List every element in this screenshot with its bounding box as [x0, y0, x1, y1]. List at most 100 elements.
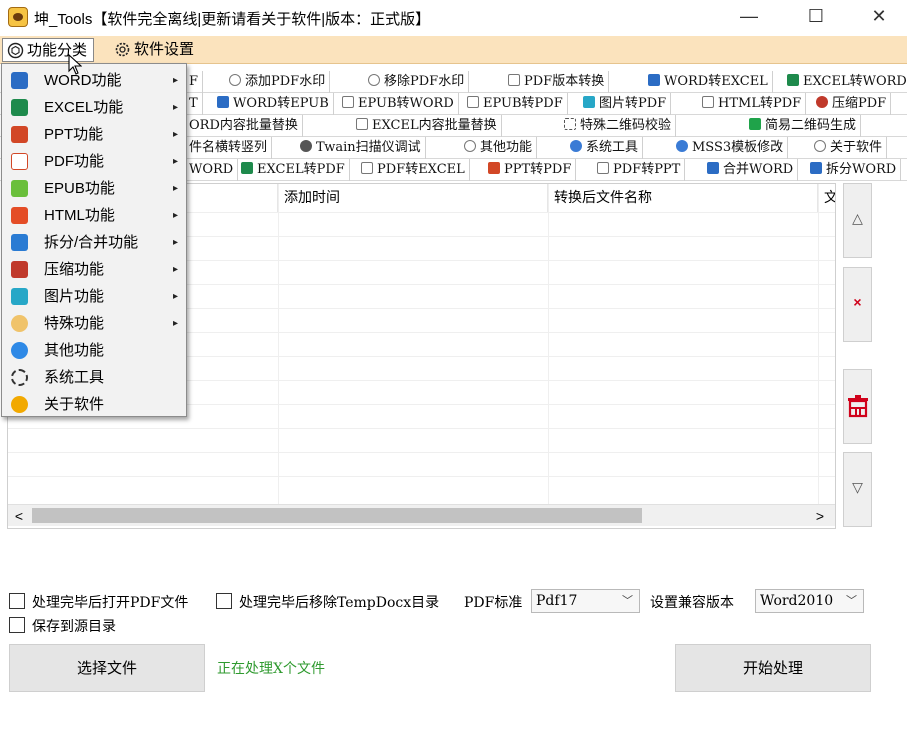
remove-temp-checkbox[interactable]: [216, 593, 232, 609]
toolbar-item[interactable]: WORD: [185, 159, 239, 181]
open-pdf-after-label[interactable]: 处理完毕后打开PDF文件: [32, 592, 188, 612]
toolbar-item-label: EPUB转WORD: [358, 96, 454, 111]
toolbar-item-system[interactable]: 系统工具: [566, 137, 644, 159]
toolbar-item-other[interactable]: 其他功能: [460, 137, 538, 159]
toolbar-item-word-to-epub[interactable]: WORD转EPUB: [213, 93, 334, 115]
dropdown-item-label: PDF功能: [44, 153, 105, 170]
start-process-button[interactable]: 开始处理: [675, 644, 871, 692]
toolbar-item-excel-to-word[interactable]: EXCEL转WORD: [783, 71, 907, 93]
toolbar-item-remove-watermark[interactable]: 移除PDF水印: [364, 71, 470, 93]
toolbar-item-about[interactable]: 关于软件: [810, 137, 888, 159]
toolbar-item-twain[interactable]: Twain扫描仪调试: [296, 137, 426, 159]
minimize-button[interactable]: —: [726, 0, 772, 34]
scanner-icon: [300, 140, 312, 152]
move-up-button[interactable]: △: [843, 183, 872, 258]
column-header-extra[interactable]: 文: [818, 184, 835, 212]
move-down-button[interactable]: ▽: [843, 452, 872, 527]
pdf-icon: [356, 118, 368, 130]
chevron-right-icon: ▸: [172, 183, 178, 194]
toolbar-item-word-replace[interactable]: ORD内容批量替换: [185, 115, 303, 137]
toolbar-item-split-word[interactable]: 拆分WORD: [806, 159, 902, 181]
toolbar-item-pdf-to-excel[interactable]: PDF转EXCEL: [357, 159, 470, 181]
toolbar-item-qr-generate[interactable]: 简易二维码生成: [745, 115, 862, 137]
dropdown-item[interactable]: 图片功能 ▸: [2, 283, 186, 310]
save-to-source-label[interactable]: 保存到源目录: [32, 616, 116, 636]
select-file-button[interactable]: 选择文件: [9, 644, 205, 692]
cube-icon: [7, 42, 24, 59]
dropdown-item[interactable]: PPT功能 ▸: [2, 121, 186, 148]
dropdown-item[interactable]: 特殊功能 ▸: [2, 310, 186, 337]
pdf-standard-select[interactable]: Pdf17 ﹀: [531, 589, 640, 613]
toolbar-item-pdf-version[interactable]: PDF版本转换: [504, 71, 610, 93]
mouse-cursor-icon: [68, 54, 82, 75]
chevron-down-icon: ﹀: [622, 594, 633, 607]
toolbar-item-label: MSS3模板修改: [692, 140, 784, 155]
toolbar-item-mss3[interactable]: MSS3模板修改: [672, 137, 789, 159]
dropdown-item-label: 压缩功能: [44, 261, 105, 278]
toolbar-item-qr-verify[interactable]: 特殊二维码校验: [560, 115, 677, 137]
toolbar-item-epub-to-word[interactable]: EPUB转WORD: [338, 93, 459, 115]
toolbar-item-label: 拆分WORD: [826, 162, 897, 177]
delete-button[interactable]: ×: [843, 267, 872, 342]
toolbar-item-add-watermark[interactable]: 添加PDF水印: [225, 71, 331, 93]
open-pdf-after-checkbox[interactable]: [9, 593, 25, 609]
html5-icon: [11, 207, 28, 224]
ppt-icon: [11, 126, 28, 143]
save-to-source-checkbox[interactable]: [9, 617, 25, 633]
cloud-icon: [11, 315, 28, 332]
column-header-added-time[interactable]: 添加时间: [278, 184, 548, 212]
dropdown-item-label: HTML功能: [44, 207, 115, 224]
toolbar-item-filename-columns[interactable]: 件名横转竖列: [185, 137, 273, 159]
more-icon: [464, 140, 476, 152]
dropdown-item[interactable]: EXCEL功能 ▸: [2, 94, 186, 121]
chevron-right-icon: ▸: [172, 237, 178, 248]
chevron-right-icon: ▸: [172, 156, 178, 167]
toolbar-item-image-to-pdf[interactable]: 图片转PDF: [579, 93, 672, 115]
pdf-standard-value: Pdf17: [536, 593, 578, 609]
dropdown-item[interactable]: WORD功能 ▸: [2, 67, 186, 94]
horizontal-scrollbar[interactable]: < >: [8, 504, 835, 527]
compat-version-select[interactable]: Word2010 ﹀: [755, 589, 864, 613]
toolbar-item[interactable]: T: [185, 93, 203, 115]
toolbar-item-pdf-to-ppt[interactable]: PDF转PPT: [593, 159, 686, 181]
scroll-right-button[interactable]: >: [809, 505, 831, 527]
toolbar-item-label: PPT转PDF: [504, 162, 572, 177]
toolbar-item-ppt-to-pdf[interactable]: PPT转PDF: [484, 159, 577, 181]
scroll-left-button[interactable]: <: [8, 505, 30, 527]
dropdown-item[interactable]: HTML功能 ▸: [2, 202, 186, 229]
dropdown-item[interactable]: EPUB功能 ▸: [2, 175, 186, 202]
trash-icon: [847, 395, 868, 418]
maximize-button[interactable]: ☐: [793, 0, 839, 34]
toolbar-item-label: 移除PDF水印: [384, 74, 465, 89]
column-header-output-name[interactable]: 转换后文件名称: [548, 184, 818, 212]
dropdown-item[interactable]: 关于软件: [2, 391, 186, 418]
toolbar-item-merge-word[interactable]: 合并WORD: [703, 159, 799, 181]
clear-list-button[interactable]: [843, 369, 872, 444]
close-button[interactable]: ✕: [856, 0, 902, 34]
scroll-thumb[interactable]: [32, 508, 642, 523]
qr-icon: [749, 118, 761, 130]
toolbar-item-label: 合并WORD: [723, 162, 794, 177]
dropdown-item[interactable]: 拆分/合并功能 ▸: [2, 229, 186, 256]
pdf-icon: [702, 96, 714, 108]
toolbar-item[interactable]: F: [185, 71, 204, 93]
toolbar-item-epub-to-pdf[interactable]: EPUB转PDF: [463, 93, 568, 115]
toolbar-item-html-to-pdf[interactable]: HTML转PDF: [698, 93, 807, 115]
dropdown-item[interactable]: 其他功能: [2, 337, 186, 364]
toolbar-item-word-to-excel[interactable]: WORD转EXCEL: [644, 71, 773, 93]
toolbar-item-excel-replace[interactable]: EXCEL内容批量替换: [352, 115, 502, 137]
remove-temp-label[interactable]: 处理完毕后移除TempDocx目录: [239, 592, 439, 612]
toolbar-item-compress-pdf[interactable]: 压缩PDF: [812, 93, 892, 115]
epub-icon: [467, 96, 479, 108]
toolbar-item-label: 压缩PDF: [832, 96, 887, 111]
menu-settings[interactable]: 软件设置: [110, 38, 200, 62]
toolbar-item-label: 其他功能: [480, 140, 533, 155]
dropdown-item[interactable]: 系统工具: [2, 364, 186, 391]
epub-icon: [11, 180, 28, 197]
dropdown-item[interactable]: 压缩功能 ▸: [2, 256, 186, 283]
toolbar-item-excel-to-pdf[interactable]: EXCEL转PDF: [237, 159, 350, 181]
chevron-right-icon: ▸: [172, 210, 178, 221]
pdf-icon: [361, 162, 373, 174]
dropdown-item[interactable]: PDF功能 ▸: [2, 148, 186, 175]
info-icon: [814, 140, 826, 152]
